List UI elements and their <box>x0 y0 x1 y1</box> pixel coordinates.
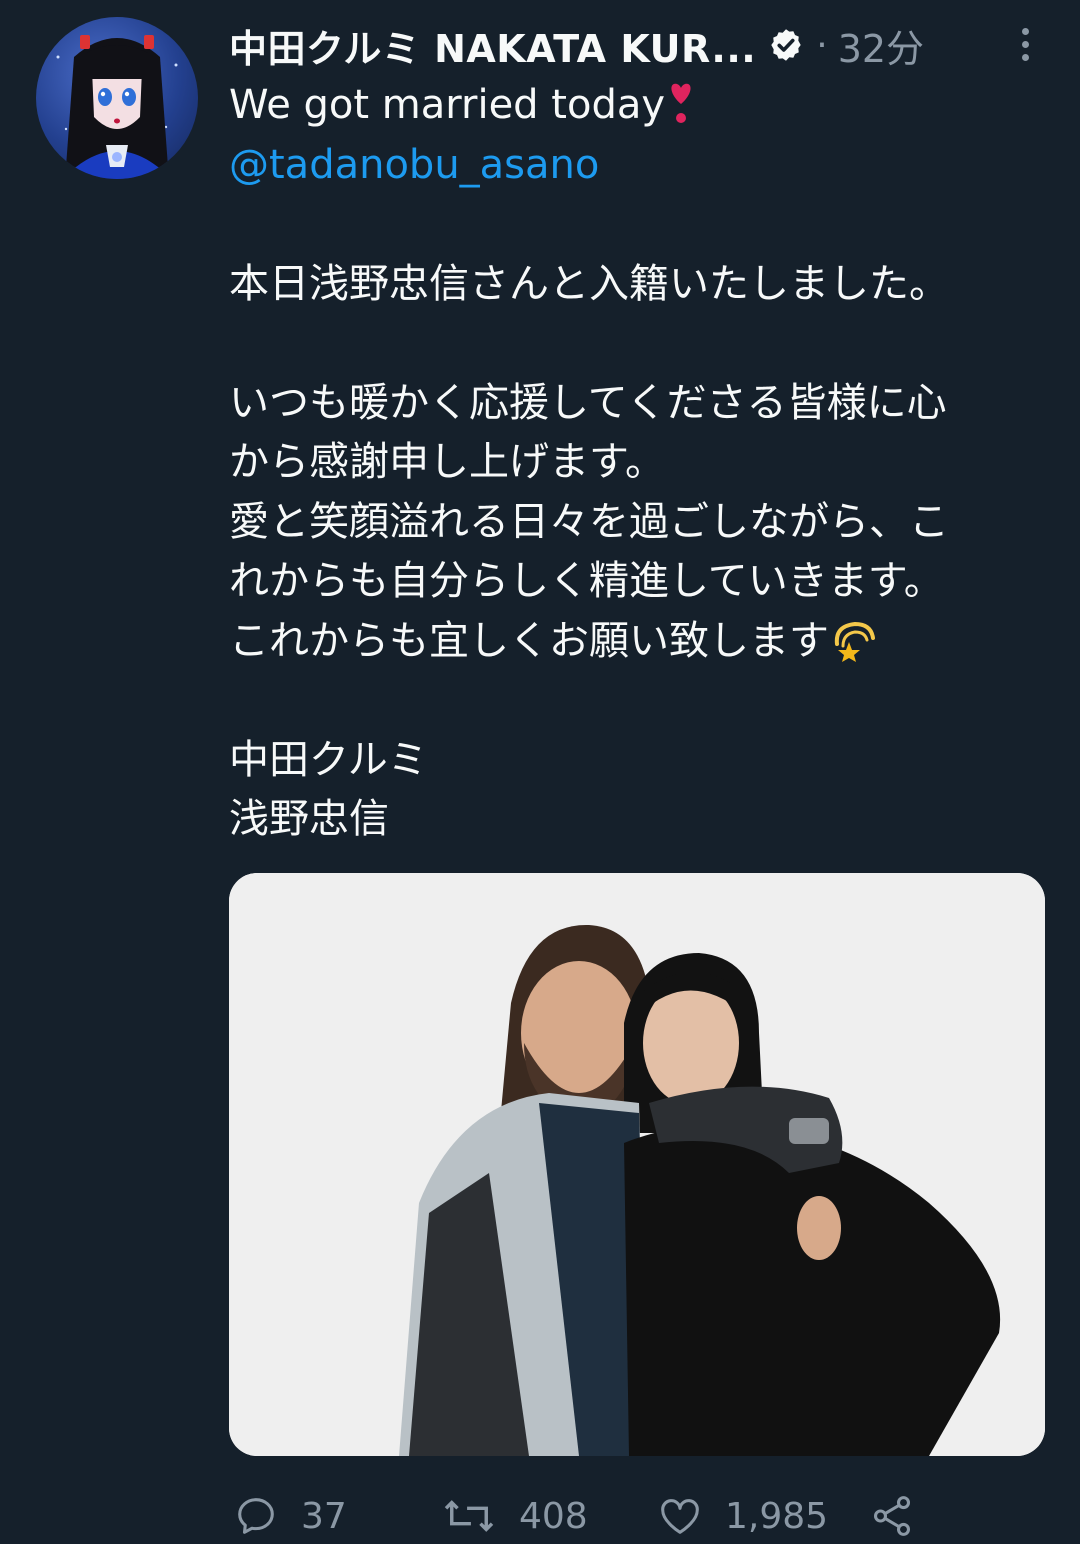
share-icon <box>869 1493 915 1539</box>
retweet-button[interactable]: 408 <box>441 1488 588 1544</box>
tweet-line: 愛と笑顔溢れる日々を過ごしながら、こ <box>229 498 949 545</box>
tweet-line: 浅野忠信 <box>229 796 389 842</box>
action-bar: 37 408 1,985 <box>229 1488 989 1544</box>
tweet-line: 中田クルミ <box>229 736 428 783</box>
retweet-icon <box>441 1493 497 1539</box>
reply-button[interactable]: 37 <box>233 1488 347 1544</box>
retweet-count: 408 <box>519 1495 588 1537</box>
tweet[interactable]: 中田クルミ NAKATA KUR... · 32分 We got married… <box>229 14 1045 850</box>
display-name[interactable]: 中田クルミ NAKATA KUR... <box>229 18 756 73</box>
reply-count: 37 <box>301 1495 347 1537</box>
like-icon <box>657 1493 703 1539</box>
timestamp[interactable]: 32分 <box>838 18 924 73</box>
tweet-line: これからも宜しくお願い致します <box>229 612 1049 672</box>
separator-dot: · <box>816 24 828 66</box>
verified-badge-icon <box>768 27 804 63</box>
red-exclamation-heart-emoji <box>667 82 695 144</box>
more-options-icon[interactable] <box>1005 22 1045 66</box>
like-button[interactable]: 1,985 <box>657 1488 828 1544</box>
tweet-line: れからも自分らしく精進していきます。 <box>229 558 944 604</box>
mention-link[interactable]: @tadanobu_asano <box>229 136 1049 196</box>
tweet-header: 中田クルミ NAKATA KUR... · 32分 <box>229 14 1045 76</box>
tweet-photo[interactable] <box>229 873 1045 1456</box>
tweet-line: 本日浅野忠信さんと入籍いたしました。 <box>229 260 949 307</box>
tweet-line: いつも暖かく応援してくださる皆様に心 <box>229 379 947 426</box>
tweet-line: から感謝申し上げます。 <box>229 439 665 485</box>
share-button[interactable] <box>869 1488 915 1544</box>
tweet-text: We got married today @tadanobu_asano 本日浅… <box>229 76 1049 850</box>
dizzy-star-emoji <box>831 620 877 680</box>
reply-icon <box>233 1493 279 1539</box>
like-count: 1,985 <box>725 1495 829 1537</box>
avatar[interactable] <box>36 17 198 179</box>
tweet-line: We got married today <box>229 76 1049 136</box>
